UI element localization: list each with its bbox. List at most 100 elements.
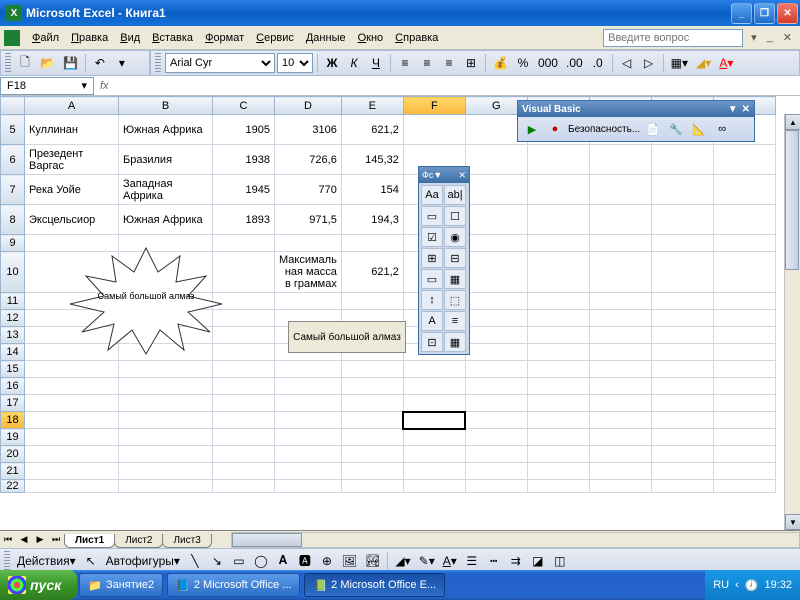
menu-вставка[interactable]: Вставка [146,30,199,46]
clipart-button[interactable]: 🖼 [339,551,360,571]
cell[interactable] [465,344,527,361]
cell[interactable] [589,293,651,310]
comma-button[interactable]: 000 [535,53,561,73]
cell[interactable] [25,463,119,480]
sheet-tab[interactable]: Лист3 [162,534,211,548]
cell[interactable] [341,293,403,310]
decrease-decimal-button[interactable]: .0 [588,53,608,73]
undo-button[interactable]: ↶ [90,53,110,73]
cell[interactable] [527,429,589,446]
actions-menu[interactable]: Действия ▾ [14,551,79,571]
cell[interactable]: Куллинан [25,115,119,145]
row-header-22[interactable]: 22 [1,480,25,493]
row-header-17[interactable]: 17 [1,395,25,412]
cell[interactable] [25,378,119,395]
cell[interactable] [465,235,527,252]
cell[interactable] [119,463,213,480]
cell[interactable] [527,361,589,378]
cell[interactable] [403,463,465,480]
cell[interactable] [651,463,713,480]
line-style-button[interactable]: ☰ [462,551,482,571]
cell[interactable] [527,293,589,310]
cell[interactable] [213,412,275,429]
tab-next-button[interactable]: ▶ [32,532,48,548]
picture-button[interactable]: 🏞 [362,551,383,571]
line-color-button[interactable]: ✎▾ [416,551,438,571]
cell[interactable] [25,446,119,463]
toolbox-control-icon[interactable]: ⊟ [444,248,466,268]
cell[interactable]: 1945 [213,175,275,205]
bold-button[interactable]: Ж [322,53,342,73]
menubar-restore-button[interactable]: _ [763,31,777,44]
starburst-shape[interactable]: Самый большой алмаз [66,246,226,356]
italic-button[interactable]: К [344,53,364,73]
cell[interactable] [713,361,775,378]
cell[interactable] [527,235,589,252]
name-box[interactable]: F18▾ [0,77,94,95]
cell[interactable] [713,395,775,412]
cell[interactable]: 726,6 [275,145,342,175]
cell[interactable] [651,235,713,252]
cell[interactable] [589,310,651,327]
cell[interactable] [403,115,465,145]
cell[interactable] [119,395,213,412]
cell[interactable] [527,412,589,429]
cell[interactable]: Южная Африка [119,205,213,235]
cell[interactable] [275,378,342,395]
sheet-tab[interactable]: Лист2 [114,534,163,548]
underline-button[interactable]: Ч [366,53,386,73]
cell[interactable] [341,361,403,378]
row-header-8[interactable]: 8 [1,205,25,235]
row-header-10[interactable]: 10 [1,252,25,293]
cell[interactable] [651,395,713,412]
row-header-16[interactable]: 16 [1,378,25,395]
cell[interactable]: Эксцельсиор [25,205,119,235]
cell[interactable] [275,463,342,480]
cell[interactable] [465,205,527,235]
toolbox-control-icon[interactable]: ▭ [421,206,443,226]
cell[interactable] [119,378,213,395]
menu-dropdown-icon[interactable]: ▾ [747,31,761,44]
design-mode-button[interactable]: 📐 [689,119,709,139]
help-question-input[interactable] [603,29,743,47]
cell[interactable] [403,395,465,412]
cell[interactable] [25,429,119,446]
currency-button[interactable]: 💰 [490,53,511,73]
cell[interactable] [713,480,775,493]
cell[interactable] [275,395,342,412]
col-header-D[interactable]: D [275,97,342,115]
percent-button[interactable]: % [513,53,533,73]
cell[interactable] [651,446,713,463]
row-header-12[interactable]: 12 [1,310,25,327]
tab-first-button[interactable]: ⏮ [0,532,16,548]
cell[interactable] [713,293,775,310]
col-header-F[interactable]: F [403,97,465,115]
cell[interactable] [465,145,527,175]
cell[interactable]: 154 [341,175,403,205]
cell[interactable] [213,361,275,378]
sheet-tab[interactable]: Лист1 [64,534,115,548]
cell[interactable] [465,378,527,395]
menu-правка[interactable]: Правка [65,30,114,46]
cell[interactable] [213,480,275,493]
row-header-7[interactable]: 7 [1,175,25,205]
menu-файл[interactable]: Файл [26,30,65,46]
cell[interactable] [119,446,213,463]
cell[interactable] [713,175,775,205]
align-left-button[interactable]: ≡ [395,53,415,73]
cell[interactable] [403,480,465,493]
vb-editor-button[interactable]: 📄 [643,119,663,139]
cell[interactable]: 621,2 [341,252,403,293]
language-indicator[interactable]: RU [713,579,729,591]
cell[interactable] [713,252,775,293]
toolbox-control-icon[interactable]: ▦ [444,269,466,289]
cell[interactable] [651,293,713,310]
row-header-6[interactable]: 6 [1,145,25,175]
cell[interactable] [465,327,527,344]
cell[interactable]: Презедент Варгас [25,145,119,175]
font-size-select[interactable]: 10 [277,53,313,73]
run-macro-button[interactable]: ▶ [522,119,542,139]
toolbox-control-icon[interactable]: ⬚ [444,290,466,310]
increase-indent-button[interactable]: ▷ [639,53,659,73]
cell[interactable] [341,463,403,480]
